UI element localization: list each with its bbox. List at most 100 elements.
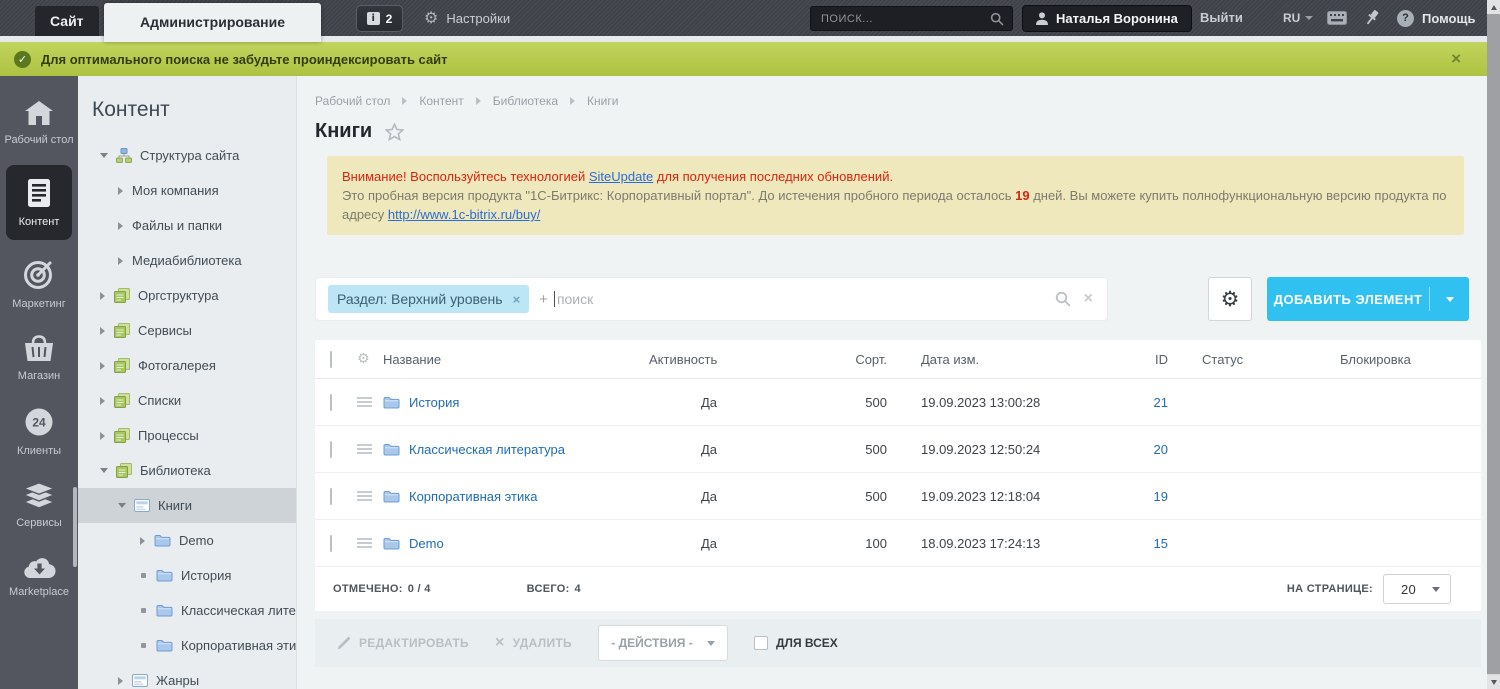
- search-icon[interactable]: [1055, 291, 1071, 307]
- rail-item-shop[interactable]: Магазин: [0, 323, 78, 395]
- breadcrumb-item[interactable]: Библиотека: [493, 94, 558, 108]
- chevron-right-icon[interactable]: [100, 327, 105, 335]
- for-all-checkbox[interactable]: [754, 636, 768, 650]
- delete-button[interactable]: × УДАЛИТЬ: [495, 634, 572, 652]
- add-element-button[interactable]: ДОБАВИТЬ ЭЛЕМЕНТ: [1267, 277, 1469, 321]
- element-name-link[interactable]: Demo: [409, 536, 444, 551]
- chevron-right-icon[interactable]: [118, 222, 123, 230]
- drag-handle[interactable]: [357, 491, 372, 501]
- chevron-down-icon[interactable]: [100, 153, 108, 158]
- column-header-modified[interactable]: Дата изм.: [899, 352, 1109, 367]
- column-header-status[interactable]: Статус: [1174, 352, 1304, 367]
- drag-handle[interactable]: [357, 444, 372, 454]
- element-name-link[interactable]: Классическая литература: [409, 442, 565, 457]
- add-element-dropdown[interactable]: [1430, 297, 1469, 302]
- chevron-down-icon[interactable]: [100, 468, 108, 473]
- chevron-right-icon[interactable]: [118, 257, 123, 265]
- sidebar-item-classic-literature[interactable]: Классическая литература: [78, 593, 296, 628]
- per-page-select[interactable]: 20: [1383, 574, 1451, 604]
- pin-panel-button[interactable]: [1366, 9, 1382, 32]
- element-id-link[interactable]: 20: [1109, 442, 1174, 457]
- column-header-id[interactable]: ID: [1109, 352, 1174, 367]
- column-header-sort[interactable]: Сорт.: [809, 352, 899, 367]
- vertical-scrollbar[interactable]: [1487, 0, 1500, 689]
- sidebar-item-my-company[interactable]: Моя компания: [78, 173, 296, 208]
- rail-item-marketing[interactable]: Маркетинг: [0, 246, 78, 323]
- chevron-down-icon[interactable]: [118, 503, 126, 508]
- element-name-link[interactable]: Корпоративная этика: [409, 489, 537, 504]
- sidebar-item-history[interactable]: История: [78, 558, 296, 593]
- element-id-link[interactable]: 15: [1109, 536, 1174, 551]
- rail-item-content[interactable]: Контент: [0, 159, 78, 246]
- favorite-star-icon[interactable]: [385, 123, 404, 141]
- sidebar-item-photogallery[interactable]: Фотогалерея: [78, 348, 296, 383]
- rail-item-services[interactable]: Сервисы: [0, 470, 78, 542]
- sidebar-item-corporate-ethics[interactable]: Корпоративная этика: [78, 628, 296, 663]
- chevron-right-icon[interactable]: [100, 362, 105, 370]
- chevron-right-icon[interactable]: [118, 187, 123, 195]
- element-id-link[interactable]: 21: [1109, 395, 1174, 410]
- rail-item-marketplace[interactable]: Marketplace: [0, 542, 78, 611]
- sidebar-item-library[interactable]: Библиотека: [78, 453, 296, 488]
- edit-button[interactable]: РЕДАКТИРОВАТЬ: [337, 636, 469, 650]
- rail-item-clients[interactable]: 24 Клиенты: [0, 395, 78, 470]
- column-header-name[interactable]: Название: [379, 352, 649, 367]
- filter-chip-section[interactable]: Раздел: Верхний уровень ×: [328, 285, 529, 313]
- drag-handle[interactable]: [357, 538, 372, 548]
- scroll-up-button[interactable]: [1487, 0, 1500, 14]
- breadcrumb-item[interactable]: Контент: [419, 94, 463, 108]
- tab-administration[interactable]: Администрирование: [104, 3, 321, 42]
- close-icon[interactable]: ×: [513, 292, 521, 307]
- column-header-lock[interactable]: Блокировка: [1304, 352, 1481, 367]
- grid-settings-button[interactable]: ⚙: [1208, 277, 1252, 321]
- settings-button[interactable]: ⚙ Настройки: [424, 0, 510, 36]
- sidebar-item-demo[interactable]: Demo: [78, 523, 296, 558]
- notifications-button[interactable]: i 2: [356, 5, 403, 32]
- sidebar-item-orgstructure[interactable]: Оргструктура: [78, 278, 296, 313]
- element-id-link[interactable]: 19: [1109, 489, 1174, 504]
- drag-handle[interactable]: [357, 397, 372, 407]
- scroll-down-button[interactable]: [1487, 675, 1500, 689]
- breadcrumb-item[interactable]: Книги: [587, 94, 618, 108]
- sidebar-item-books-selected[interactable]: Книги: [78, 488, 296, 523]
- row-checkbox[interactable]: [330, 394, 332, 411]
- sidebar-item-site-structure[interactable]: Структура сайта: [78, 138, 296, 173]
- row-checkbox[interactable]: [330, 441, 332, 458]
- sidebar-item-medialibrary[interactable]: Медиабиблиотека: [78, 243, 296, 278]
- filter-search-input[interactable]: Раздел: Верхний уровень × + поиск ×: [315, 277, 1108, 321]
- close-icon[interactable]: ×: [1451, 49, 1461, 69]
- for-all-control[interactable]: ДЛЯ ВСЕХ: [754, 636, 838, 650]
- logout-link[interactable]: Выйти: [1200, 0, 1243, 36]
- chevron-right-icon[interactable]: [100, 292, 105, 300]
- tab-site[interactable]: Сайт: [35, 6, 99, 36]
- admin-search-input[interactable]: поиск...: [810, 6, 1013, 31]
- column-settings-gear-icon[interactable]: ⚙: [349, 352, 379, 366]
- scrollbar-thumb[interactable]: [1487, 14, 1500, 674]
- hotkeys-button[interactable]: [1327, 11, 1347, 30]
- user-menu-button[interactable]: Наталья Воронина: [1022, 5, 1192, 32]
- sidebar-item-processes[interactable]: Процессы: [78, 418, 296, 453]
- buy-link[interactable]: http://www.1c-bitrix.ru/buy/: [388, 207, 540, 222]
- siteupdate-link[interactable]: SiteUpdate: [589, 169, 653, 184]
- chevron-right-icon[interactable]: [140, 537, 145, 545]
- column-header-active[interactable]: Активность: [649, 352, 809, 367]
- rail-item-desktop[interactable]: Рабочий стол: [0, 88, 78, 159]
- chevron-right-icon[interactable]: [100, 397, 105, 405]
- chevron-right-icon[interactable]: [118, 677, 123, 685]
- language-switcher[interactable]: RU: [1283, 0, 1313, 36]
- actions-dropdown[interactable]: - ДЕЙСТВИЯ -: [598, 625, 728, 661]
- help-button[interactable]: ? Помощь: [1397, 0, 1475, 36]
- select-all-checkbox[interactable]: [330, 351, 332, 368]
- sidebar-item-genres[interactable]: Жанры: [78, 663, 296, 689]
- clear-filter-icon[interactable]: ×: [1084, 290, 1093, 308]
- sidebar-item-services[interactable]: Сервисы: [78, 313, 296, 348]
- element-name-link[interactable]: История: [409, 395, 459, 410]
- sidebar-item-lists[interactable]: Списки: [78, 383, 296, 418]
- chevron-right-icon[interactable]: [100, 432, 105, 440]
- rail-active-tile[interactable]: Контент: [6, 165, 72, 240]
- search-icon[interactable]: [990, 12, 1004, 26]
- row-checkbox[interactable]: [330, 535, 332, 552]
- rail-scrollbar-thumb[interactable]: [73, 487, 77, 567]
- row-checkbox[interactable]: [330, 488, 332, 505]
- breadcrumb-item[interactable]: Рабочий стол: [315, 94, 390, 108]
